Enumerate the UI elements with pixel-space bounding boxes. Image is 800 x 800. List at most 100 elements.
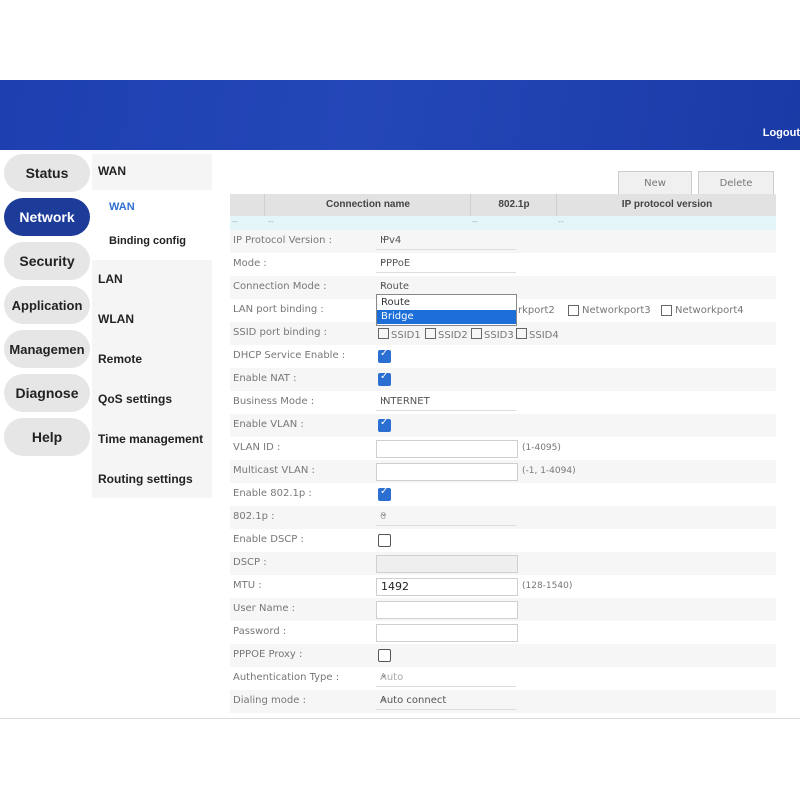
enable-dscp-label: Enable DSCP :	[233, 534, 304, 545]
auth-type-select[interactable]: Auto ⌄	[376, 670, 516, 687]
lan-binding-label: LAN port binding :	[233, 304, 324, 315]
row-mtu: MTU : 1492 (128-1540)	[230, 575, 776, 598]
divider	[0, 718, 800, 719]
subnav-remote[interactable]: Remote	[98, 352, 142, 366]
row-dscp: DSCP :	[230, 552, 776, 575]
row-enable-vlan: Enable VLAN :	[230, 414, 776, 437]
mtu-value: 1492	[381, 580, 409, 593]
chevron-down-icon: ⌄	[380, 279, 388, 289]
subnav-binding-config[interactable]: Binding config	[109, 235, 186, 247]
vlan-id-input[interactable]	[376, 440, 518, 458]
ssid1-checkbox[interactable]: SSID1	[378, 328, 421, 341]
dhcp-checkbox[interactable]	[378, 348, 391, 363]
dhcp-label: DHCP Service Enable :	[233, 350, 346, 361]
nav-security[interactable]: Security	[4, 242, 90, 280]
business-mode-label: Business Mode :	[233, 396, 315, 407]
ssid4-label: SSID4	[529, 330, 559, 341]
pppoe-proxy-label: PPPOE Proxy :	[233, 649, 303, 660]
multicast-vlan-hint: (-1, 1-4094)	[522, 466, 576, 476]
table-cell: --	[558, 217, 564, 226]
lan-port3-label: Networkport3	[582, 305, 651, 316]
enable-vlan-label: Enable VLAN :	[233, 419, 304, 430]
row-password: Password :	[230, 621, 776, 644]
subnav-lan[interactable]: LAN	[98, 272, 123, 286]
chevron-down-icon: ⌄	[380, 509, 388, 519]
dialing-mode-label: Dialing mode :	[233, 695, 306, 706]
vlan-id-hint: (1-4095)	[522, 443, 561, 453]
row-8021p: 802.1p : 0 ⌄	[230, 506, 776, 529]
dropdown-option-route[interactable]: Route	[377, 296, 516, 310]
subnav-time[interactable]: Time management	[98, 432, 203, 446]
enable-8021p-label: Enable 802.1p :	[233, 488, 312, 499]
chevron-down-icon: ⌄	[380, 394, 388, 404]
row-dhcp: DHCP Service Enable :	[230, 345, 776, 368]
lan-port4-checkbox[interactable]	[661, 305, 674, 318]
delete-button[interactable]: Delete	[698, 171, 774, 195]
ssid4-checkbox[interactable]: SSID4	[516, 328, 559, 341]
business-mode-select[interactable]: INTERNET ⌄	[376, 394, 516, 411]
logout-link[interactable]: Logout	[763, 127, 800, 139]
mode-label: Mode :	[233, 258, 267, 269]
row-dialing-mode: Dialing mode : Auto connect ⌄	[230, 690, 776, 713]
p8021-label: 802.1p :	[233, 511, 275, 522]
mtu-input[interactable]: 1492	[376, 578, 518, 596]
username-input[interactable]	[376, 601, 518, 619]
row-ip-protocol: IP Protocol Version : IPv4 ⌄	[230, 230, 776, 253]
lan-port2-label: rkport2	[518, 305, 555, 316]
lan-port4-label: Networkport4	[675, 305, 744, 316]
new-button[interactable]: New	[618, 171, 692, 195]
row-pppoe-proxy: PPPOE Proxy :	[230, 644, 776, 667]
mode-select[interactable]: PPPoE ⌄	[376, 256, 516, 273]
table-row[interactable]: -- -- -- --	[230, 216, 776, 230]
nat-checkbox[interactable]	[378, 371, 391, 386]
lan-port3-checkbox[interactable]	[568, 305, 581, 318]
col-ip-protocol: IP protocol version	[556, 194, 777, 216]
ssid2-label: SSID2	[438, 330, 468, 341]
table-cell: --	[268, 217, 274, 226]
auth-type-label: Authentication Type :	[233, 672, 340, 683]
nav-diagnose[interactable]: Diagnose	[4, 374, 90, 412]
mtu-hint: (128-1540)	[522, 581, 573, 591]
password-label: Password :	[233, 626, 287, 637]
ssid3-checkbox[interactable]: SSID3	[471, 328, 514, 341]
row-auth-type: Authentication Type : Auto ⌄	[230, 667, 776, 690]
row-vlan-id: VLAN ID : (1-4095)	[230, 437, 776, 460]
dropdown-option-bridge[interactable]: Bridge	[377, 310, 516, 324]
row-mode: Mode : PPPoE ⌄	[230, 253, 776, 276]
ssid3-label: SSID3	[484, 330, 514, 341]
sub-nav: WAN WAN Binding config LAN WLAN Remote Q…	[92, 154, 212, 498]
connection-mode-dropdown: Route Bridge	[376, 294, 517, 326]
subnav-qos[interactable]: QoS settings	[98, 392, 172, 406]
vlan-id-label: VLAN ID :	[233, 442, 281, 453]
header-banner: Logout	[0, 80, 800, 150]
chevron-down-icon: ⌄	[380, 233, 388, 243]
enable-dscp-checkbox[interactable]	[378, 534, 391, 547]
multicast-vlan-label: Multicast VLAN :	[233, 465, 315, 476]
dialing-mode-select[interactable]: Auto connect ⌄	[376, 693, 516, 710]
enable-8021p-checkbox[interactable]	[378, 486, 391, 501]
nav-help[interactable]: Help	[4, 418, 90, 456]
nav-status[interactable]: Status	[4, 154, 90, 192]
ssid2-checkbox[interactable]: SSID2	[425, 328, 468, 341]
enable-vlan-checkbox[interactable]	[378, 417, 391, 432]
subnav-wan[interactable]: WAN	[98, 164, 126, 178]
p8021-select[interactable]: 0 ⌄	[376, 509, 516, 526]
multicast-vlan-input[interactable]	[376, 463, 518, 481]
pppoe-proxy-checkbox[interactable]	[378, 649, 391, 662]
table-header: Connection name 802.1p IP protocol versi…	[230, 194, 776, 216]
col-connection-name: Connection name	[264, 194, 471, 216]
subnav-wlan[interactable]: WLAN	[98, 312, 134, 326]
nav-network[interactable]: Network	[4, 198, 90, 236]
subnav-wan-link[interactable]: WAN	[109, 201, 135, 213]
subnav-routing[interactable]: Routing settings	[98, 472, 193, 486]
connection-mode-label: Connection Mode :	[233, 281, 327, 292]
row-business-mode: Business Mode : INTERNET ⌄	[230, 391, 776, 414]
nav-application[interactable]: Application	[4, 286, 90, 324]
chevron-down-icon: ⌄	[380, 693, 388, 703]
ip-protocol-select[interactable]: IPv4 ⌄	[376, 233, 516, 250]
nav-management[interactable]: Managemen	[4, 330, 90, 368]
chevron-down-icon: ⌄	[380, 256, 388, 266]
subnav-wan-panel: WAN Binding config	[92, 190, 212, 260]
password-input[interactable]	[376, 624, 518, 642]
dscp-input[interactable]	[376, 555, 518, 573]
